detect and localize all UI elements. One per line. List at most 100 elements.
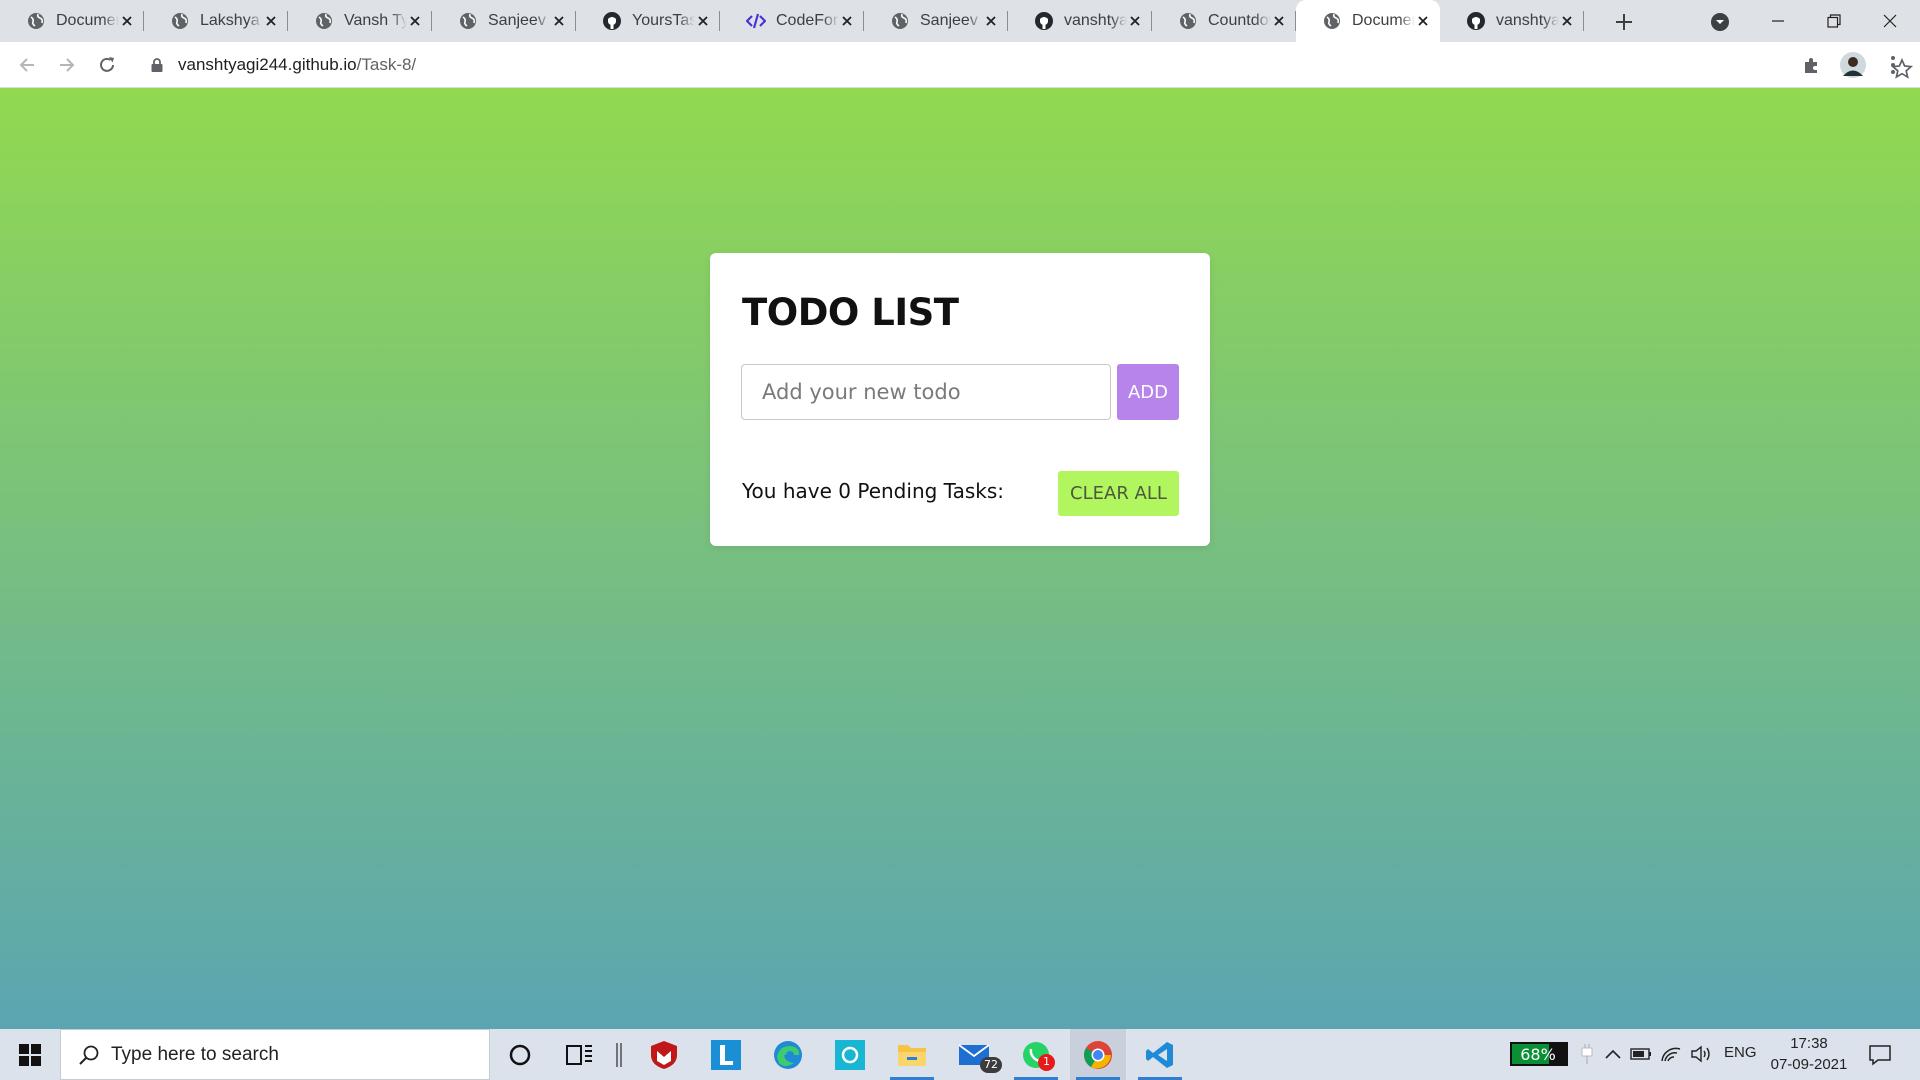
system-clock[interactable]: 17:38 07-09-2021: [1764, 1033, 1854, 1075]
tab-search-button[interactable]: [1708, 10, 1732, 34]
vscode-app[interactable]: [1132, 1029, 1188, 1080]
zoom-icon: [835, 1039, 865, 1070]
clear-all-button[interactable]: CLEAR ALL: [1058, 471, 1179, 516]
extensions-button[interactable]: [1797, 50, 1827, 80]
wifi-tray[interactable]: [1658, 1041, 1684, 1067]
close-icon[interactable]: [839, 13, 854, 29]
vscode-icon: [1146, 1041, 1173, 1068]
windows-logo-icon: [19, 1043, 41, 1066]
page-background: TODO LIST ADD You have 0 Pending Tasks: …: [0, 88, 1920, 1029]
plug-icon: [1581, 1044, 1593, 1064]
globe-icon: [26, 11, 46, 31]
battery-indicator[interactable]: 68%: [1510, 1042, 1568, 1066]
address-bar[interactable]: vanshtyagi244.github.io/Task-8/: [140, 48, 1914, 82]
tab-title: vanshtyagi244: [1064, 12, 1128, 29]
start-button[interactable]: [0, 1029, 60, 1080]
close-window-button[interactable]: [1862, 0, 1918, 42]
forward-button[interactable]: [53, 51, 81, 79]
browser-tab[interactable]: Sanjeev Tyagi: [864, 0, 1008, 42]
chrome-icon: [1084, 1040, 1112, 1069]
tab-title: Document: [56, 12, 119, 29]
browser-tab-active[interactable]: Document: [1296, 0, 1440, 42]
close-icon[interactable]: [1559, 13, 1574, 29]
minimize-button[interactable]: [1750, 0, 1806, 42]
github-icon: [1034, 11, 1054, 31]
globe-icon: [170, 11, 190, 31]
action-center-button[interactable]: [1866, 1041, 1894, 1069]
minimize-icon: [1772, 20, 1784, 22]
close-icon[interactable]: [1415, 13, 1430, 29]
tab-separator: [1583, 11, 1584, 31]
browser-tab[interactable]: vanshtyagi244: [1440, 0, 1584, 42]
close-icon[interactable]: [551, 13, 566, 29]
tab-title: Document: [1352, 12, 1415, 29]
notification-icon: [1869, 1045, 1891, 1066]
browser-tab[interactable]: YoursTastyBites: [576, 0, 720, 42]
browser-tab[interactable]: Vansh Tyagi: [288, 0, 432, 42]
taskbar-search-box[interactable]: Type here to search: [60, 1029, 490, 1080]
language-indicator[interactable]: ENG: [1724, 1044, 1757, 1061]
browser-tab[interactable]: CodeForm: [720, 0, 864, 42]
volume-tray[interactable]: [1688, 1041, 1714, 1067]
browser-tab[interactable]: Document: [0, 0, 144, 42]
battery-tray[interactable]: [1628, 1041, 1654, 1067]
url-host: vanshtyagi244.github.io: [178, 55, 357, 74]
file-explorer-app[interactable]: [884, 1029, 940, 1080]
close-icon[interactable]: [983, 13, 998, 29]
arrow-left-icon: [19, 58, 34, 72]
mcafee-app[interactable]: [636, 1029, 692, 1080]
lightshot-icon: [711, 1039, 741, 1070]
edge-app[interactable]: [760, 1029, 816, 1080]
tab-title: Sanjeev Tyagi: [488, 12, 551, 29]
whatsapp-app[interactable]: 1: [1008, 1029, 1064, 1080]
taskbar-divider: [604, 1029, 634, 1080]
file-explorer-icon: [898, 1044, 926, 1066]
profile-avatar[interactable]: [1838, 50, 1868, 80]
restore-button[interactable]: [1806, 0, 1862, 42]
add-button[interactable]: ADD: [1117, 364, 1179, 420]
battery-icon: [1630, 1048, 1651, 1060]
kebab-menu-icon: [1891, 56, 1895, 74]
pending-count: 0: [838, 479, 851, 503]
github-icon: [602, 11, 622, 31]
close-icon[interactable]: [695, 13, 710, 29]
close-icon: [1883, 14, 1897, 28]
new-tab-button[interactable]: [1611, 9, 1637, 35]
close-icon[interactable]: [119, 13, 134, 29]
arrow-right-icon: [60, 58, 75, 72]
github-icon: [1466, 11, 1486, 31]
reload-icon: [100, 57, 114, 72]
speaker-icon: [1691, 1045, 1710, 1063]
todo-card: TODO LIST ADD You have 0 Pending Tasks: …: [710, 253, 1210, 546]
task-view-icon: [566, 1044, 592, 1065]
power-plug-tray[interactable]: [1574, 1041, 1600, 1067]
windows-taskbar: Type here to search 72 1 68% ENG 17:38 0…: [0, 1029, 1920, 1080]
browser-tab[interactable]: Lakshya: [144, 0, 288, 42]
browser-tab[interactable]: Sanjeev Tyagi: [432, 0, 576, 42]
show-hidden-icons-button[interactable]: [1600, 1041, 1626, 1067]
reload-button[interactable]: [93, 51, 121, 79]
browser-tab[interactable]: vanshtyagi244: [1008, 0, 1152, 42]
url-text: vanshtyagi244.github.io/Task-8/: [178, 55, 416, 75]
clock-date: 07-09-2021: [1770, 1056, 1848, 1073]
cortana-button[interactable]: [492, 1029, 548, 1080]
todo-input[interactable]: [741, 364, 1111, 420]
browser-tab[interactable]: Countdown: [1152, 0, 1296, 42]
chrome-app[interactable]: [1070, 1029, 1126, 1080]
close-icon[interactable]: [263, 13, 278, 29]
zoom-app[interactable]: [822, 1029, 878, 1080]
close-icon[interactable]: [1271, 13, 1286, 29]
mail-app[interactable]: 72: [946, 1029, 1002, 1080]
close-icon[interactable]: [407, 13, 422, 29]
browser-menu-button[interactable]: [1878, 50, 1908, 80]
task-view-button[interactable]: [552, 1029, 608, 1080]
taskbar-search-placeholder: Type here to search: [111, 1044, 279, 1065]
globe-icon: [458, 11, 478, 31]
globe-icon: [314, 11, 334, 31]
page-title: TODO LIST: [742, 291, 959, 334]
back-button[interactable]: [13, 51, 41, 79]
lightshot-app[interactable]: [698, 1029, 754, 1080]
url-path: /Task-8/: [356, 55, 417, 74]
close-icon[interactable]: [1127, 13, 1142, 29]
globe-icon: [1178, 11, 1198, 31]
